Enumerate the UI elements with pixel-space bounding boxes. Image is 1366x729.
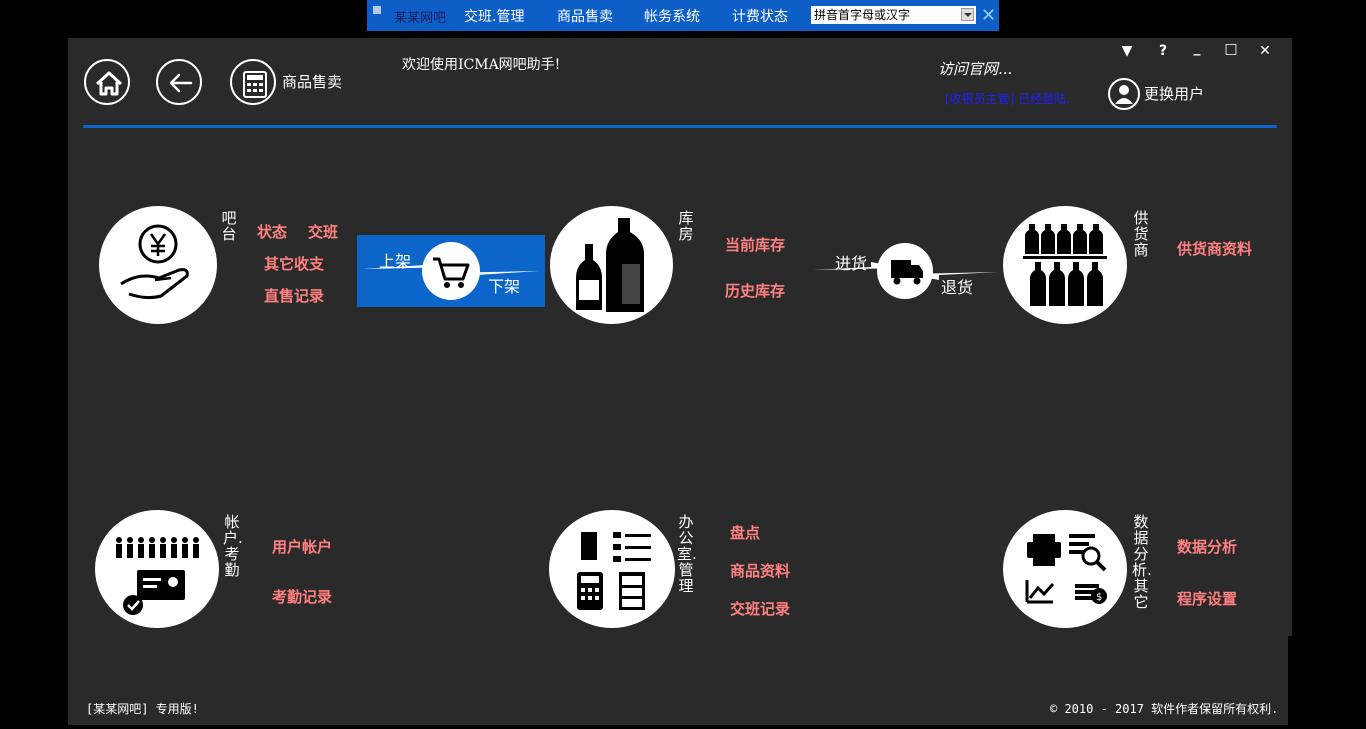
- svg-text:$: $: [1096, 592, 1102, 603]
- switch-user-label[interactable]: 更换用户: [1144, 83, 1204, 104]
- shelf-panel[interactable]: 上架 下架: [357, 235, 545, 307]
- history-inventory-link[interactable]: 历史库存: [725, 280, 785, 301]
- bar-shift-link[interactable]: 交班: [308, 221, 338, 242]
- search-combobox[interactable]: 拼音首字母或汉字: [811, 6, 976, 24]
- bar-counter-button[interactable]: [99, 206, 217, 324]
- current-inventory-link[interactable]: 当前库存: [725, 234, 785, 255]
- supplier-info-link[interactable]: 供货商资料: [1177, 238, 1252, 259]
- warehouse-label: 库房: [678, 209, 694, 243]
- supplier-button[interactable]: [1003, 206, 1127, 324]
- switch-user-button[interactable]: [1108, 78, 1140, 110]
- close-window-icon[interactable]: ✕: [1255, 43, 1275, 59]
- bar-status-link[interactable]: 状态: [257, 221, 287, 242]
- window-edge: [1288, 636, 1294, 725]
- toolbar-item-shift-management[interactable]: 交班.管理: [464, 6, 524, 26]
- visit-site-link[interactable]: 访问官网...: [938, 58, 1012, 79]
- edition-text: [某某网吧] 专用版!: [86, 702, 199, 716]
- stocktake-link[interactable]: 盘点: [730, 522, 760, 543]
- maximize-icon[interactable]: □: [1221, 41, 1241, 57]
- user-account-link[interactable]: 用户帐户: [272, 536, 332, 557]
- attendance-record-link[interactable]: 考勤记录: [272, 586, 332, 607]
- bar-direct-sale-link[interactable]: 直售记录: [264, 285, 324, 306]
- shelf-up-label[interactable]: 上架: [379, 248, 411, 272]
- arrow-left-icon: [169, 73, 193, 93]
- login-status-link[interactable]: [收银员主管] 已经登陆.: [945, 90, 1070, 107]
- bottle-rack-icon: [1023, 224, 1107, 306]
- analytics-icon: $: [1025, 534, 1107, 604]
- yen-hand-icon: [120, 224, 189, 300]
- toolbar-item-billing-status[interactable]: 计费状态: [732, 6, 788, 26]
- toolbar-grip-icon: [373, 6, 381, 14]
- goods-sale-button[interactable]: [230, 59, 276, 105]
- help-icon[interactable]: ?: [1153, 43, 1173, 59]
- shift-record-link[interactable]: 交班记录: [730, 598, 790, 619]
- office-button[interactable]: [549, 510, 675, 628]
- data-analysis-button[interactable]: $: [1003, 510, 1127, 628]
- search-input[interactable]: 拼音首字母或汉字: [814, 8, 910, 22]
- account-label: 帐户.考勤: [223, 513, 243, 579]
- purchase-panel[interactable]: 进货 退货: [811, 240, 1001, 302]
- supplier-label: 供货商: [1133, 209, 1149, 259]
- data-analysis-label: 数据分析.其它: [1132, 513, 1152, 611]
- home-icon: [95, 71, 123, 96]
- user-icon: [1115, 85, 1133, 104]
- back-button[interactable]: [156, 59, 202, 105]
- copyright-text: © 2010 - 2017 软件作者保留所有权利.: [1050, 702, 1279, 716]
- bar-counter-label: 吧台: [221, 209, 237, 243]
- current-module-label: 商品售卖: [282, 73, 343, 91]
- office-label: 办公室.管理: [677, 513, 697, 595]
- toolbar-item-goods-sale[interactable]: 商品售卖: [557, 6, 613, 26]
- chevron-down-icon[interactable]: [961, 8, 974, 21]
- staff-attendance-icon: [116, 537, 199, 615]
- welcome-text: 欢迎使用ICMA网吧助手!: [402, 57, 561, 73]
- bottles-icon: [576, 218, 644, 312]
- menu-dropdown-icon[interactable]: ▼: [1117, 43, 1137, 59]
- toolbar-item-accounting[interactable]: 帐务系统: [644, 6, 700, 26]
- home-button[interactable]: [84, 59, 130, 105]
- main-window: 商品售卖 欢迎使用ICMA网吧助手! 访问官网... [收银员主管] 已经登陆.…: [68, 38, 1292, 725]
- bar-other-income-link[interactable]: 其它收支: [264, 253, 324, 274]
- header-divider: [83, 125, 1277, 128]
- top-toolbar: 某某网吧 交班.管理 商品售卖 帐务系统 计费状态 拼音首字母或汉字 ✕: [367, 0, 999, 31]
- close-icon[interactable]: ✕: [981, 5, 996, 26]
- account-button[interactable]: [95, 510, 219, 628]
- purchase-in-label[interactable]: 进货: [835, 250, 867, 274]
- calculator-icon: [243, 71, 267, 98]
- warehouse-button[interactable]: [550, 206, 673, 324]
- purchase-return-label[interactable]: 退货: [941, 274, 973, 298]
- goods-info-link[interactable]: 商品资料: [730, 560, 790, 581]
- toolbar-brand[interactable]: 某某网吧: [394, 7, 446, 26]
- program-settings-link[interactable]: 程序设置: [1177, 588, 1237, 609]
- shelf-down-label[interactable]: 下架: [488, 273, 520, 297]
- minimize-icon[interactable]: _: [1187, 40, 1207, 56]
- data-analysis-link[interactable]: 数据分析: [1177, 536, 1237, 557]
- office-tools-icon: [577, 532, 651, 610]
